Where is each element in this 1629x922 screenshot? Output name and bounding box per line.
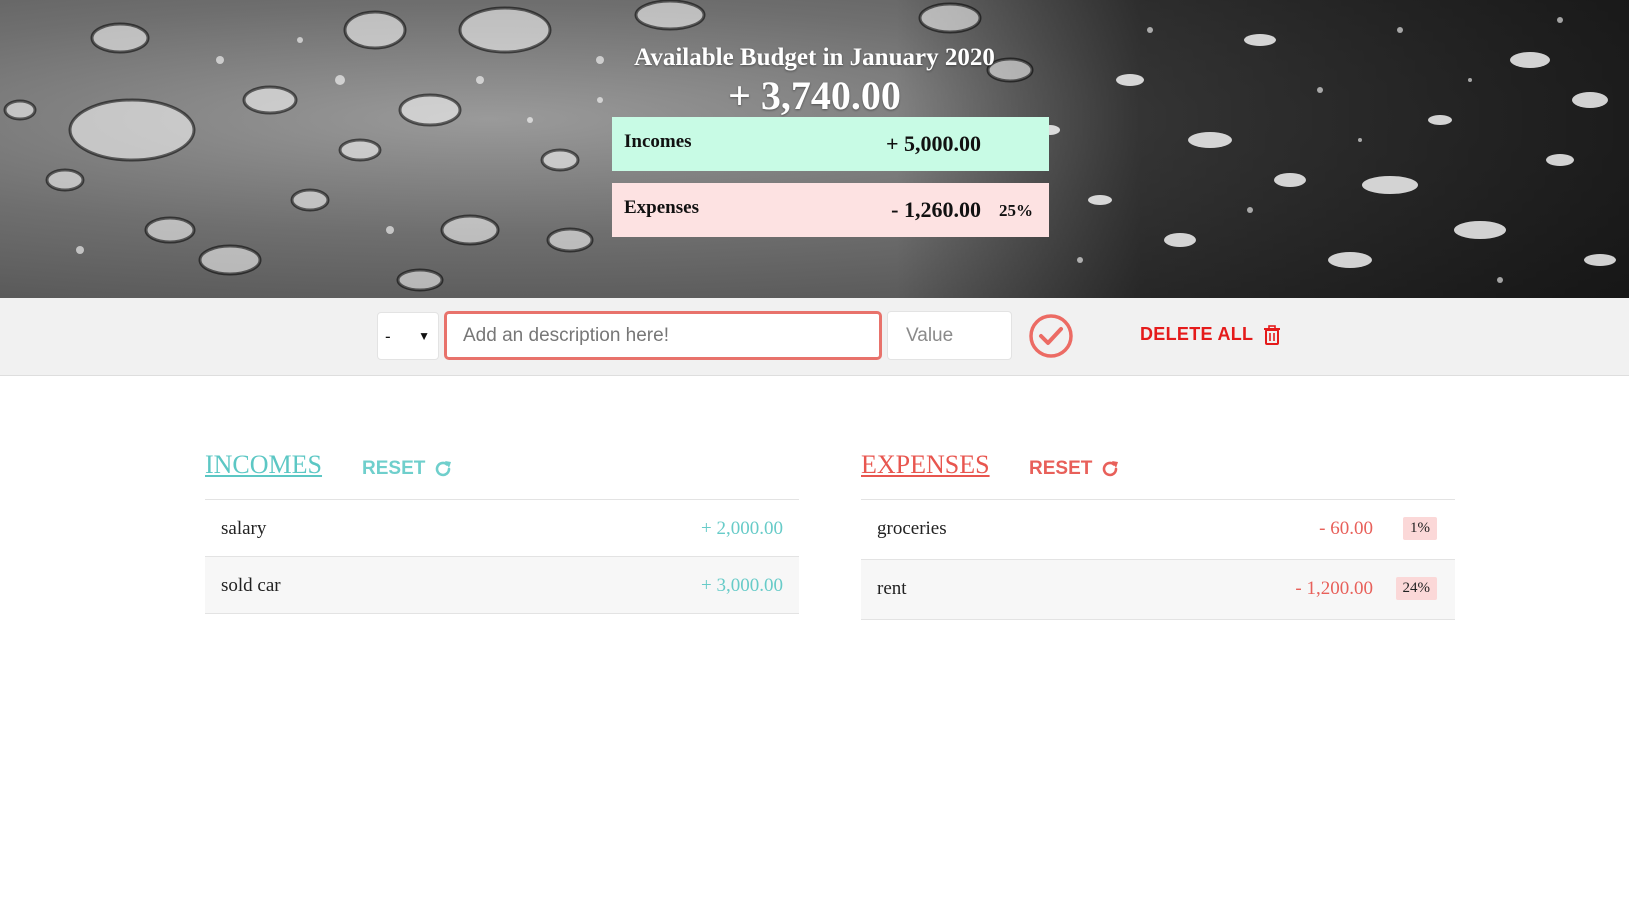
- incomes-reset-button[interactable]: RESET: [362, 458, 453, 480]
- expenses-title[interactable]: EXPENSES: [861, 450, 990, 480]
- incomes-summary: Incomes + 5,000.00: [612, 117, 1049, 171]
- expense-description: groceries: [877, 518, 947, 539]
- add-item-bar: - ▼ DELETE ALL: [0, 298, 1629, 376]
- expense-percent-badge: 1%: [1403, 517, 1437, 540]
- expenses-panel: EXPENSES RESET groceries - 60.00 1% rent…: [861, 446, 1455, 620]
- incomes-list: salary + 2,000.00 sold car + 3,000.00: [205, 499, 799, 614]
- incomes-title[interactable]: INCOMES: [205, 450, 322, 480]
- description-input[interactable]: [444, 311, 882, 360]
- budget-title: Available Budget in January 2020: [634, 44, 995, 71]
- expenses-header: EXPENSES RESET: [861, 446, 1455, 498]
- expense-value: - 60.00: [1319, 518, 1373, 539]
- expense-value: - 1,200.00: [1295, 578, 1373, 599]
- refresh-icon: [1103, 461, 1119, 477]
- expense-row: rent - 1,200.00 24%: [861, 560, 1455, 620]
- income-description: salary: [221, 518, 267, 539]
- income-description: sold car: [221, 575, 281, 596]
- type-select-value: -: [385, 327, 391, 346]
- delete-all-button[interactable]: DELETE ALL: [1140, 324, 1281, 345]
- value-input[interactable]: [887, 311, 1012, 360]
- expenses-reset-label: RESET: [1029, 458, 1093, 479]
- expense-description: rent: [877, 578, 907, 599]
- type-select[interactable]: - ▼: [377, 312, 439, 360]
- expenses-list: groceries - 60.00 1% rent - 1,200.00 24%: [861, 499, 1455, 620]
- budget-header: Available Budget in January 2020 + 3,740…: [0, 0, 1629, 298]
- incomes-panel: INCOMES RESET salary + 2,000.00 sold car…: [205, 446, 799, 614]
- incomes-summary-value: + 5,000.00: [885, 131, 981, 156]
- income-row: sold car + 3,000.00: [205, 557, 799, 614]
- expenses-summary-value: - 1,260.00: [891, 197, 981, 222]
- expenses-reset-button[interactable]: RESET: [1029, 458, 1120, 480]
- expense-percent-badge: 24%: [1395, 577, 1437, 600]
- expenses-summary: Expenses - 1,260.00 25%: [612, 183, 1049, 237]
- check-circle-icon: [1029, 314, 1073, 358]
- income-row: salary + 2,000.00: [205, 500, 799, 557]
- expense-row: groceries - 60.00 1%: [861, 500, 1455, 560]
- incomes-reset-label: RESET: [362, 458, 426, 479]
- refresh-icon: [436, 461, 452, 477]
- expenses-summary-percent: 25%: [999, 201, 1033, 220]
- available-budget-value: + 3,740.00: [728, 73, 901, 118]
- delete-all-label: DELETE ALL: [1140, 324, 1254, 344]
- income-value: + 3,000.00: [701, 575, 783, 596]
- income-value: + 2,000.00: [701, 518, 783, 539]
- incomes-summary-label: Incomes: [624, 131, 692, 152]
- add-item-button[interactable]: [1028, 313, 1074, 359]
- dropdown-caret-icon: ▼: [418, 329, 430, 343]
- expenses-summary-label: Expenses: [624, 197, 699, 218]
- incomes-header: INCOMES RESET: [205, 446, 799, 498]
- trash-icon: [1264, 324, 1281, 345]
